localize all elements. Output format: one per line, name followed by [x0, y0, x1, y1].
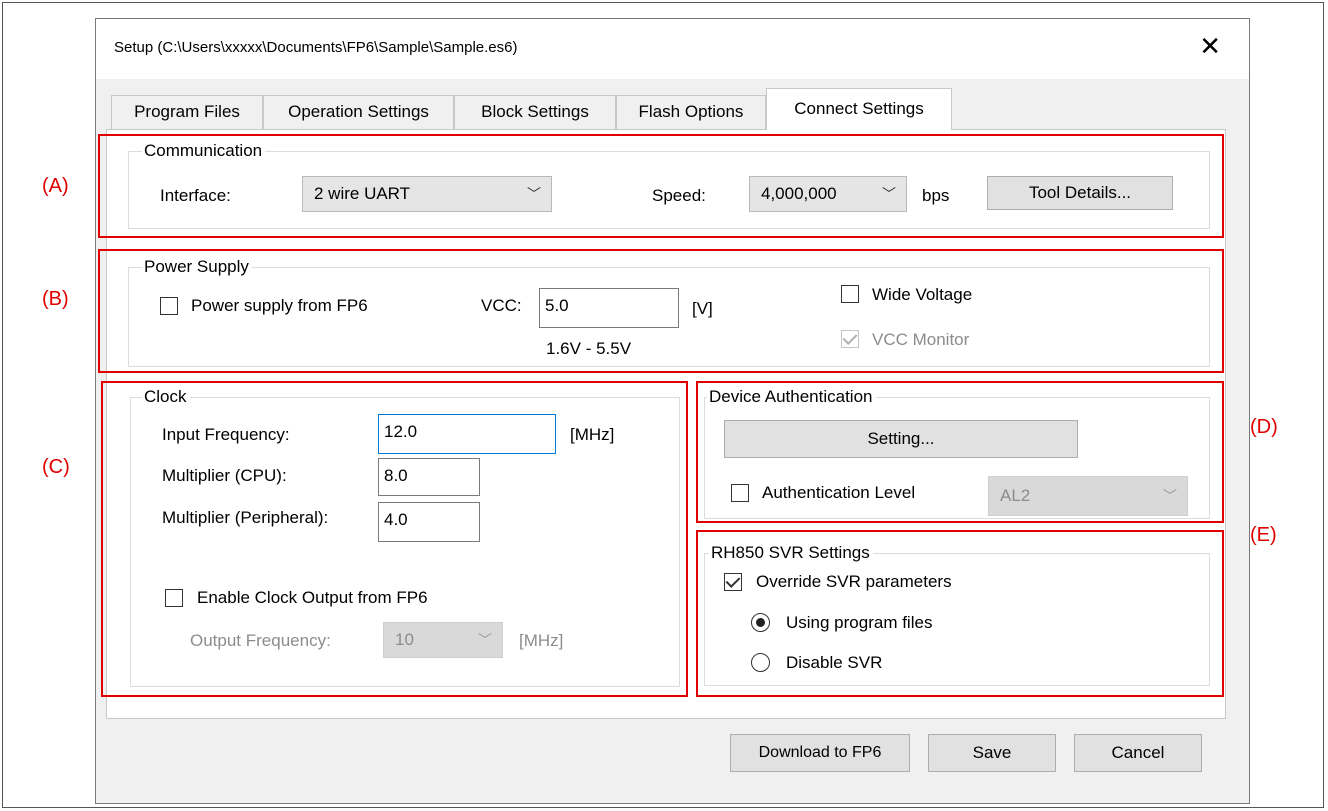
annotation-label-a: (A) [42, 175, 69, 197]
annotation-box-d [696, 381, 1224, 523]
annotation-box-c [101, 381, 688, 697]
annotation-label-b: (B) [42, 288, 69, 310]
title-bar: Setup (C:\Users\xxxxx\Documents\FP6\Samp… [96, 19, 1249, 79]
annotation-label-c: (C) [42, 456, 70, 478]
tab-operation-settings[interactable]: Operation Settings [263, 95, 454, 129]
tab-block-settings[interactable]: Block Settings [454, 95, 616, 129]
annotation-box-b [98, 249, 1224, 373]
window-title: Setup (C:\Users\xxxxx\Documents\FP6\Samp… [114, 39, 518, 56]
cancel-button[interactable]: Cancel [1074, 734, 1202, 772]
annotation-box-a [98, 134, 1224, 238]
tab-connect-settings[interactable]: Connect Settings [766, 88, 952, 130]
close-icon[interactable]: ✕ [1199, 31, 1221, 61]
download-to-fp6-button[interactable]: Download to FP6 [730, 734, 910, 772]
annotation-box-e [696, 530, 1224, 697]
tab-program-files[interactable]: Program Files [111, 95, 263, 129]
save-button[interactable]: Save [928, 734, 1056, 772]
annotation-label-d: (D) [1250, 416, 1278, 438]
annotation-label-e: (E) [1250, 524, 1277, 546]
tab-flash-options[interactable]: Flash Options [616, 95, 766, 129]
